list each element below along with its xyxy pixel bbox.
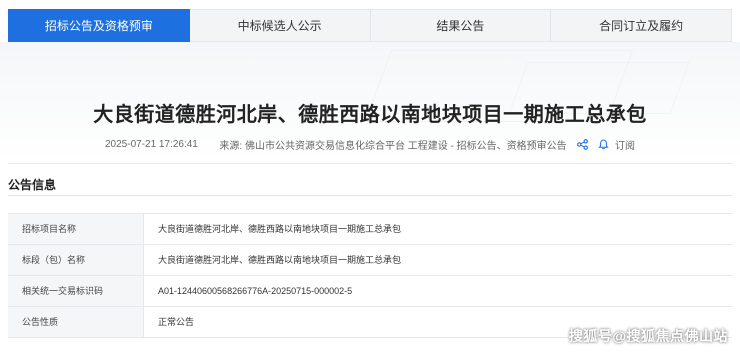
section-title: 公告信息 [8,178,57,192]
tab-contract[interactable]: 合同订立及履约 [551,9,732,42]
row-value: 大良街道德胜河北岸、德胜西路以南地块项目一期施工总承包 [158,224,402,234]
table-row: 招标项目名称 大良街道德胜河北岸、德胜西路以南地块项目一期施工总承包 [8,214,732,245]
source-text: 来源: 佛山市公共资源交易信息化综合平台 工程建设 - 招标公告、资格预审公告 [219,141,567,152]
row-value: 大良街道德胜河北岸、德胜西路以南地块项目一期施工总承包 [158,255,402,265]
table-row: 相关统一交易标识码 A01-12440600568266776A-2025071… [8,276,732,307]
article-meta: 2025-07-21 17:26:41 来源: 佛山市公共资源交易信息化综合平台… [0,137,740,152]
share-icon[interactable] [577,139,589,150]
row-label: 公告性质 [8,307,144,337]
bell-icon[interactable] [598,139,609,150]
tab-bar: 招标公告及资格预审 中标候选人公示 结果公告 合同订立及履约 [8,9,732,42]
info-table: 招标项目名称 大良街道德胜河北岸、德胜西路以南地块项目一期施工总承包 标段（包）… [8,213,732,338]
table-row: 标段（包）名称 大良街道德胜河北岸、德胜西路以南地块项目一期施工总承包 [8,245,732,276]
row-label: 相关统一交易标识码 [8,276,144,306]
tab-results[interactable]: 结果公告 [370,9,552,42]
row-value: A01-12440600568266776A-20250715-000002-5 [158,286,353,296]
tab-bidding-announcement[interactable]: 招标公告及资格预审 [8,9,190,42]
watermark: 搜狐号@搜狐焦点佛山站 [568,328,728,344]
tab-winning-candidates[interactable]: 中标候选人公示 [189,9,371,42]
publish-date: 2025-07-21 17:26:41 [105,139,198,150]
divider [8,163,732,164]
page-title: 大良街道德胜河北岸、德胜西路以南地块项目一期施工总承包 [93,104,647,126]
subscribe-link[interactable]: 订阅 [615,137,635,152]
row-label: 标段（包）名称 [8,245,144,275]
divider [8,195,732,196]
row-label: 招标项目名称 [8,214,144,244]
